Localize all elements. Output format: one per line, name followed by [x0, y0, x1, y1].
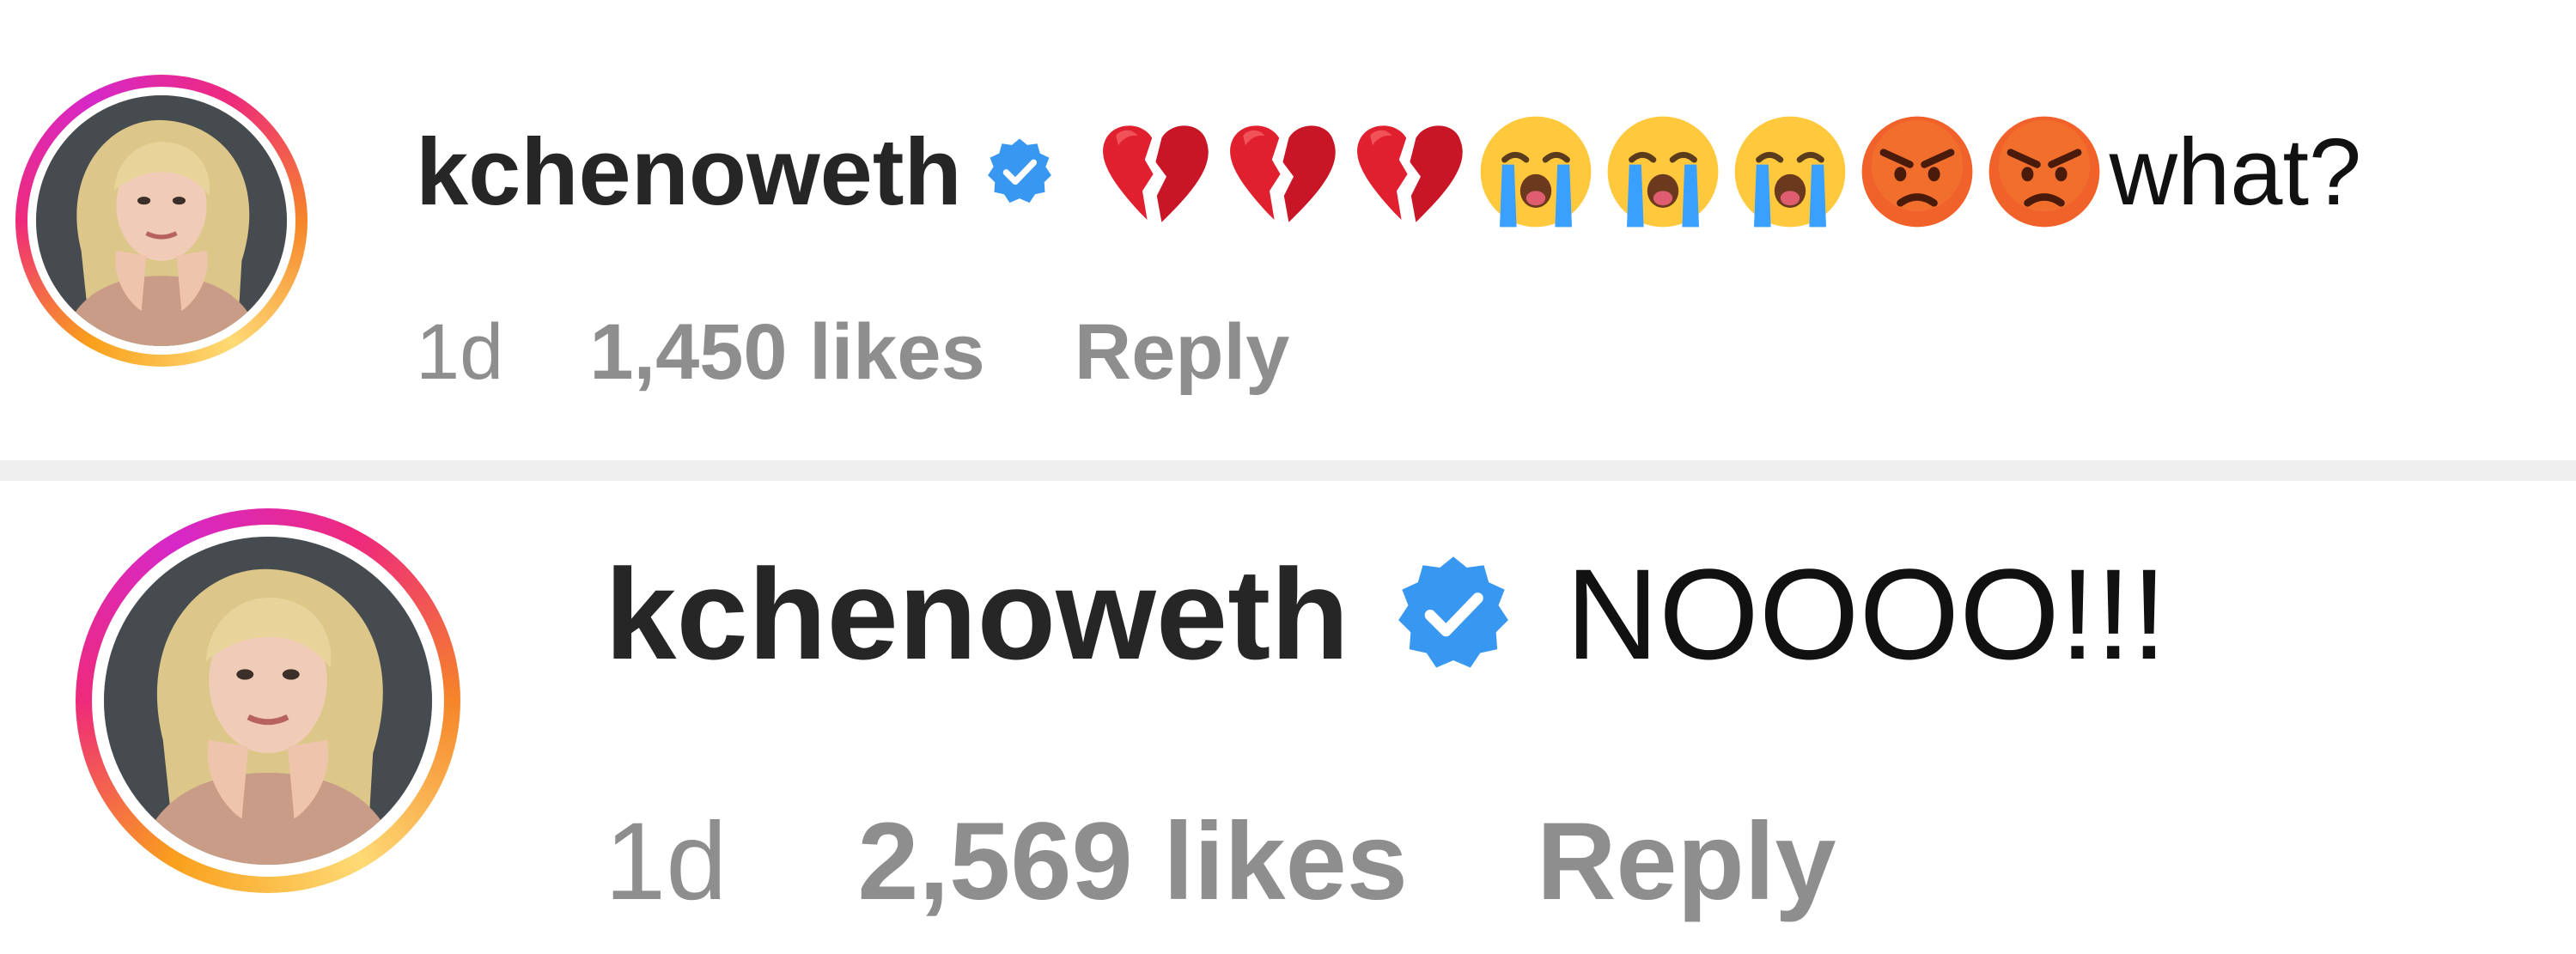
comment-line: kchenoweth what?	[416, 120, 2361, 223]
broken-heart-icon	[1094, 112, 1215, 232]
divider	[0, 460, 2576, 481]
loudly-crying-face-icon	[1730, 112, 1850, 232]
loudly-crying-face-icon	[1603, 112, 1723, 232]
timestamp[interactable]: 1d	[416, 307, 503, 398]
broken-heart-icon	[1221, 112, 1342, 232]
verified-badge-icon	[984, 137, 1055, 207]
reply-button[interactable]: Reply	[1537, 799, 1836, 925]
comment-line: kchenoweth NOOOO!!!	[605, 542, 2167, 686]
comment-text: what?	[2109, 118, 2362, 225]
username-link[interactable]: kchenoweth	[605, 540, 1349, 689]
avatar-image	[104, 537, 432, 865]
loudly-crying-face-icon	[1476, 112, 1596, 232]
comment-item: kchenoweth NOOOO!!! 1d 2,569 likes Reply	[0, 481, 2576, 954]
avatar[interactable]	[104, 537, 432, 865]
comment-meta: 1d 1,450 likes Reply	[416, 307, 1289, 398]
avatar-image	[36, 95, 287, 346]
reply-button[interactable]: Reply	[1075, 307, 1290, 398]
comment-text: NOOOO!!!	[1565, 541, 2167, 686]
emoji-list	[1094, 112, 2104, 232]
username-link[interactable]: kchenoweth	[416, 118, 962, 227]
broken-heart-icon	[1349, 112, 1469, 232]
comment-item: kchenoweth what? 1d 1,450 likes Reply	[0, 0, 2576, 460]
verified-badge-icon	[1392, 553, 1514, 675]
likes-count[interactable]: 1,450 likes	[589, 307, 984, 398]
avatar[interactable]	[36, 95, 287, 346]
comment-meta: 1d 2,569 likes Reply	[605, 799, 1836, 925]
angry-face-icon	[1857, 112, 1977, 232]
angry-face-icon	[1984, 112, 2104, 232]
timestamp[interactable]: 1d	[605, 799, 727, 925]
likes-count[interactable]: 2,569 likes	[857, 799, 1408, 925]
